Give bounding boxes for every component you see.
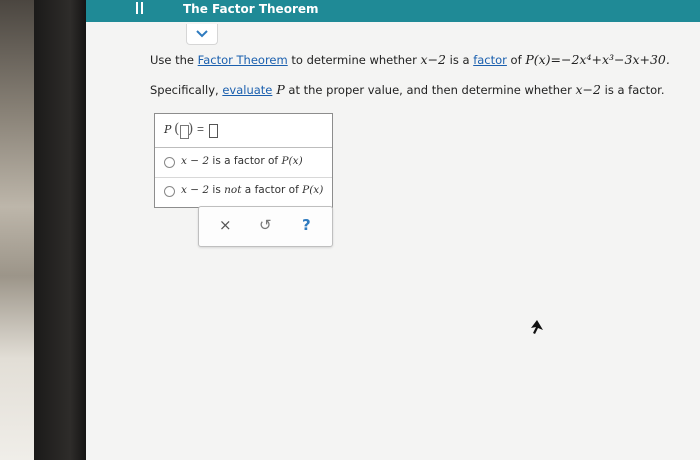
function-name: P [272, 82, 285, 97]
monitor-bezel [34, 0, 86, 460]
header-bar: The Factor Theorem [86, 0, 700, 22]
right-paren: ) [188, 121, 194, 137]
equals-sign: = [197, 122, 205, 136]
radio-is-factor[interactable] [164, 157, 175, 168]
divisor-expression: x−2 [420, 52, 446, 67]
option-label: x − 2 is not a factor of P(x) [181, 184, 324, 196]
divisor-expression: x−2 [575, 82, 601, 97]
mouse-cursor-icon [531, 320, 543, 334]
question-text: of [506, 53, 526, 67]
left-paren: ( [174, 121, 180, 137]
question-text: Use the [150, 53, 198, 67]
screen: The Factor Theorem Use the Factor Theore… [86, 0, 700, 460]
question-text: to determine whether [287, 53, 421, 67]
p-label: P [164, 123, 172, 136]
factor-link[interactable]: factor [473, 53, 507, 67]
clear-button[interactable]: × [219, 216, 232, 234]
chevron-down-icon [196, 30, 208, 38]
undo-button[interactable]: ↺ [259, 216, 272, 234]
help-button[interactable]: ? [302, 216, 311, 234]
menu-icon[interactable] [136, 2, 150, 18]
background-left [0, 0, 34, 460]
option-label: x − 2 is a factor of P(x) [181, 155, 303, 167]
polynomial-expression: P(x)=−2x⁴+x³−3x+30. [525, 52, 670, 67]
option-is-factor[interactable]: x − 2 is a factor of P(x) [155, 148, 332, 178]
factor-theorem-link[interactable]: Factor Theorem [198, 53, 288, 67]
question-text: at the proper value, and then determine … [284, 83, 576, 97]
collapse-button[interactable] [186, 24, 218, 45]
option-not-factor[interactable]: x − 2 is not a factor of P(x) [155, 177, 332, 206]
radio-not-factor[interactable] [164, 186, 175, 197]
page-title: The Factor Theorem [183, 2, 319, 16]
evaluation-row: P ( ) = [155, 114, 332, 148]
question-text: is a factor. [600, 83, 665, 97]
question-text: Specifically, [150, 83, 223, 97]
question-text: is a [446, 53, 474, 67]
answer-controls: × ↺ ? [198, 206, 333, 247]
result-field[interactable] [209, 124, 218, 138]
evaluate-link[interactable]: evaluate [222, 83, 272, 97]
answer-box: P ( ) = x − 2 is a factor of P(x) x − 2 … [154, 113, 333, 208]
question-line-2: Specifically, evaluate P at the proper v… [150, 82, 664, 97]
question-line-1: Use the Factor Theorem to determine whet… [150, 52, 670, 67]
